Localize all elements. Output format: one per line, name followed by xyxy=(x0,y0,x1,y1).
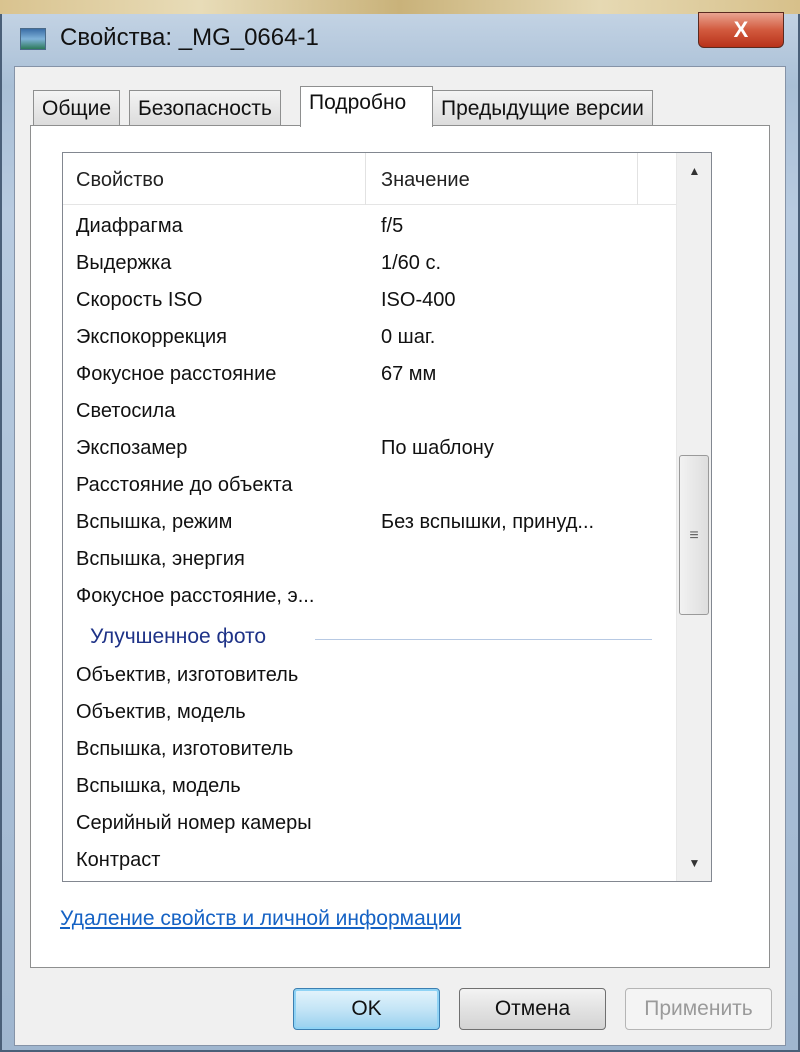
ok-button[interactable]: OK xyxy=(293,988,440,1030)
property-name: Вспышка, изготовитель xyxy=(76,738,294,760)
window-title: Свойства: _MG_0664-1 xyxy=(60,24,319,51)
list-row[interactable]: Расстояние до объекта xyxy=(63,468,677,505)
list-row[interactable]: Серийный номер камеры xyxy=(63,806,677,843)
property-name: Светосила xyxy=(76,400,176,422)
tab-general[interactable]: Общие xyxy=(33,90,121,126)
list-row[interactable]: Объектив, изготовитель xyxy=(63,658,677,695)
group-divider xyxy=(315,639,652,640)
property-value: Без вспышки, принуд... xyxy=(381,511,595,533)
property-name: Фокусное расстояние, э... xyxy=(76,585,315,607)
list-row[interactable]: Вспышка, энергия xyxy=(63,542,677,579)
group-header: Улучшенное фото xyxy=(63,619,677,656)
property-name: Расстояние до объекта xyxy=(76,474,293,496)
property-value: ISO-400 xyxy=(381,289,456,311)
cancel-button[interactable]: Отмена xyxy=(459,988,606,1030)
tab-previous-versions[interactable]: Предыдущие версии xyxy=(432,90,653,126)
list-row[interactable]: Светосила xyxy=(63,394,677,431)
desktop-background xyxy=(0,0,800,14)
properties-list[interactable]: Свойство Значение Диафрагма f/5 Выдержка 1/… xyxy=(62,152,712,882)
property-name: Объектив, модель xyxy=(76,701,246,723)
group-title: Улучшенное фото xyxy=(90,625,267,648)
property-name: Экспозамер xyxy=(76,437,188,459)
scrollbar-thumb[interactable]: ≡ xyxy=(679,455,709,615)
list-row[interactable]: Вспышка, модель xyxy=(63,769,677,806)
property-value: 1/60 с. xyxy=(381,252,442,274)
property-name: Вспышка, энергия xyxy=(76,548,245,570)
list-row[interactable]: Фокусное расстояние, э... xyxy=(63,579,677,616)
property-value: По шаблону xyxy=(381,437,494,459)
list-row[interactable]: Фокусное расстояние 67 мм xyxy=(63,357,677,394)
list-row[interactable]: Объектив, модель xyxy=(63,695,677,732)
column-divider[interactable] xyxy=(365,153,366,205)
list-row[interactable]: Экспокоррекция 0 шаг. xyxy=(63,320,677,357)
list-header: Свойство Значение xyxy=(63,153,677,205)
property-value: 67 мм xyxy=(381,363,437,385)
property-name: Скорость ISO xyxy=(76,289,203,311)
scroll-up-arrow-icon[interactable]: ▲ xyxy=(677,153,711,189)
property-name: Выдержка xyxy=(76,252,172,274)
column-header-property[interactable]: Свойство xyxy=(76,169,164,192)
remove-properties-link[interactable]: Удаление свойств и личной информации xyxy=(60,907,461,931)
list-row[interactable]: Экспозамер По шаблону xyxy=(63,431,677,468)
list-row[interactable]: Диафрагма f/5 xyxy=(63,209,677,246)
list-row[interactable]: Контраст xyxy=(63,843,677,880)
property-name: Серийный номер камеры xyxy=(76,812,312,834)
property-name: Объектив, изготовитель xyxy=(76,664,299,686)
tab-security[interactable]: Безопасность xyxy=(129,90,281,126)
property-name: Экспокоррекция xyxy=(76,326,227,348)
vertical-scrollbar[interactable]: ▲ ≡ ▼ xyxy=(676,153,711,881)
property-name: Вспышка, модель xyxy=(76,775,241,797)
property-name: Диафрагма xyxy=(76,215,183,237)
property-name: Фокусное расстояние xyxy=(76,363,277,385)
apply-button[interactable]: Применить xyxy=(625,988,772,1030)
list-row[interactable]: Скорость ISO ISO-400 xyxy=(63,283,677,320)
close-button[interactable]: X xyxy=(698,12,784,48)
property-value: f/5 xyxy=(381,215,404,237)
tab-details[interactable]: Подробно xyxy=(300,86,433,127)
image-file-icon xyxy=(20,28,46,50)
column-header-value[interactable]: Значение xyxy=(381,169,470,192)
list-row[interactable]: Выдержка 1/60 с. xyxy=(63,246,677,283)
list-row[interactable]: Вспышка, режим Без вспышки, принуд... xyxy=(63,505,677,542)
scroll-down-arrow-icon[interactable]: ▼ xyxy=(677,845,711,881)
property-value: 0 шаг. xyxy=(381,326,436,348)
property-name: Вспышка, режим xyxy=(76,511,233,533)
column-divider[interactable] xyxy=(637,153,638,205)
list-row[interactable]: Вспышка, изготовитель xyxy=(63,732,677,769)
property-name: Контраст xyxy=(76,849,161,871)
